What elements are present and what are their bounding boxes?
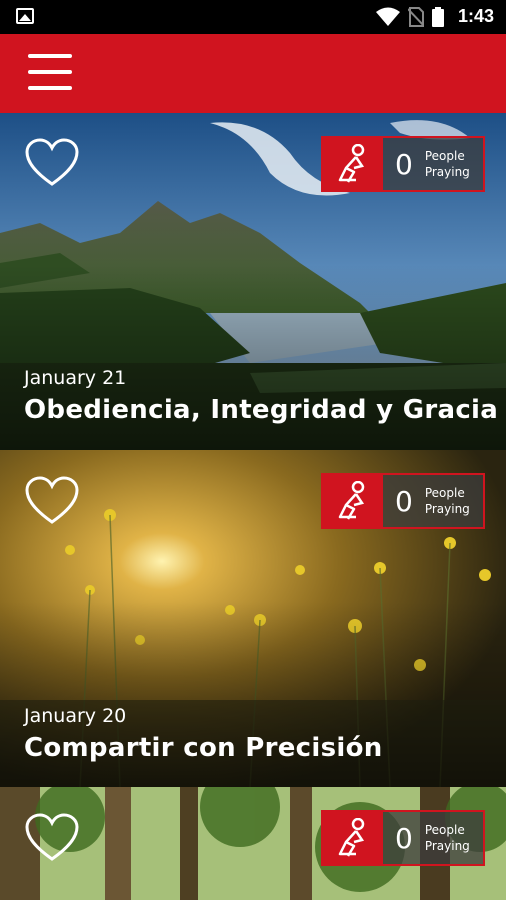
praying-count: 0 <box>395 484 413 518</box>
card-date: January 21 <box>24 367 127 389</box>
praying-label: People Praying <box>424 486 470 516</box>
praying-count: 0 <box>395 147 413 181</box>
status-bar: 1:43 <box>0 0 506 34</box>
wifi-icon <box>376 7 400 26</box>
image-notification-icon <box>16 8 34 24</box>
battery-icon <box>432 7 444 27</box>
no-sim-icon <box>408 7 424 27</box>
card-date: January 20 <box>24 705 127 727</box>
praying-label: People Praying <box>424 823 470 853</box>
favorite-heart-icon[interactable] <box>24 813 80 863</box>
status-time: 1:43 <box>457 6 494 26</box>
devotional-card[interactable]: 0 People Praying January 20 Compartir con… <box>0 450 506 787</box>
app-bar <box>0 34 506 113</box>
praying-person-icon <box>338 144 365 183</box>
devotional-card[interactable]: 0 People Praying <box>0 787 506 900</box>
favorite-heart-icon[interactable] <box>24 138 80 188</box>
people-praying-button[interactable]: 0 People Praying <box>321 136 485 192</box>
card-title: Obediencia, Integridad y Gracia <box>24 395 499 425</box>
devotional-card[interactable]: 0 People Praying January 21 Obediencia, I… <box>0 113 506 450</box>
praying-label: People Praying <box>424 149 470 179</box>
status-icons <box>376 6 444 28</box>
favorite-heart-icon[interactable] <box>24 476 80 526</box>
praying-person-icon <box>338 818 365 857</box>
people-praying-button[interactable]: 0 People Praying <box>321 810 485 866</box>
card-title: Compartir con Precisión <box>24 733 383 763</box>
praying-count: 0 <box>395 821 413 855</box>
praying-person-icon <box>338 481 365 520</box>
hamburger-menu-icon[interactable] <box>28 54 72 92</box>
people-praying-button[interactable]: 0 People Praying <box>321 473 485 529</box>
